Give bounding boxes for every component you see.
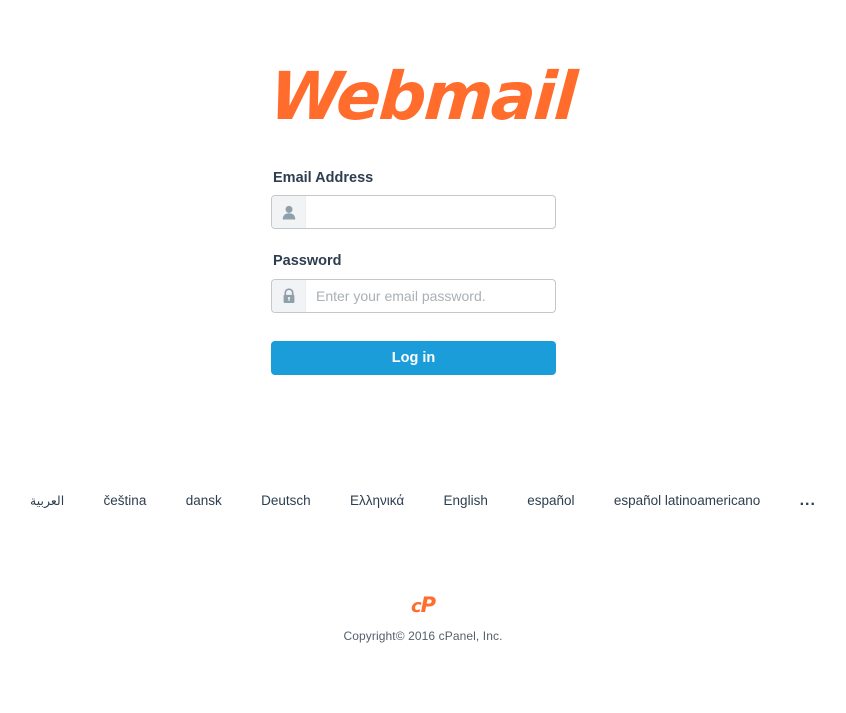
language-link-de[interactable]: Deutsch (261, 490, 311, 512)
language-link-en[interactable]: English (444, 490, 488, 512)
language-link-ar[interactable]: العربية (30, 490, 64, 512)
copyright-text: Copyright© 2016 cPanel, Inc. (343, 629, 503, 643)
email-input-group[interactable] (271, 195, 556, 230)
language-bar: العربية čeština dansk Deutsch Ελληνικά E… (0, 490, 846, 512)
cpanel-logo-icon: cP (410, 593, 436, 617)
login-button[interactable]: Log in (271, 340, 556, 375)
email-label: Email Address (273, 170, 374, 186)
webmail-login-page: Webmail Email Address Password Log in ال… (0, 0, 846, 713)
webmail-logo: Webmail (0, 58, 846, 135)
email-input[interactable] (306, 196, 555, 229)
webmail-logo-text: Webmail (267, 58, 579, 135)
cpanel-logo-p: P (420, 593, 436, 617)
password-input-group[interactable] (271, 278, 556, 313)
lock-icon (272, 279, 306, 312)
language-link-cs[interactable]: čeština (104, 490, 147, 512)
footer: cP Copyright© 2016 cPanel, Inc. (0, 593, 846, 644)
password-input[interactable] (306, 279, 555, 312)
language-link-da[interactable]: dansk (186, 490, 222, 512)
language-link-es-419[interactable]: español latinoamericano (614, 490, 760, 512)
language-more-icon[interactable]: ... (800, 490, 816, 512)
language-link-el[interactable]: Ελληνικά (350, 490, 404, 512)
language-link-es[interactable]: español (527, 490, 574, 512)
user-icon (272, 196, 306, 229)
cpanel-logo-c: c (410, 596, 422, 617)
login-form: Email Address Password Log in (271, 170, 556, 375)
password-label: Password (273, 253, 342, 270)
